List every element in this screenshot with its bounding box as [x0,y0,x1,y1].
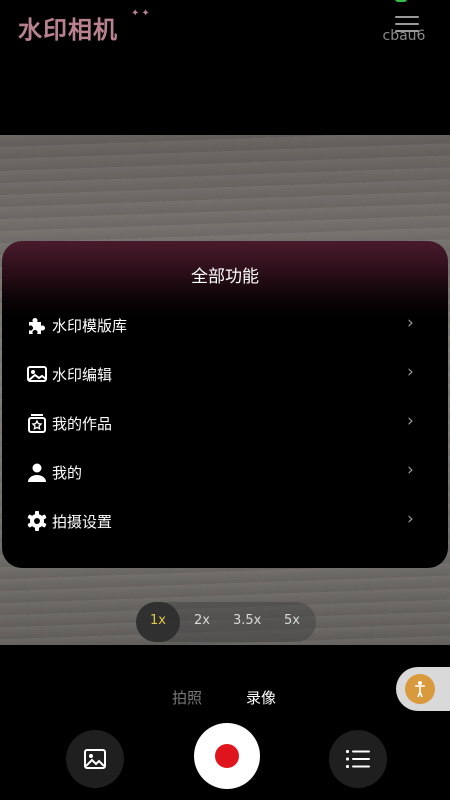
image-edit-icon [26,363,48,385]
logo-sparkle-icon: ✦✦ [131,8,152,19]
status-indicator [395,0,407,2]
accessibility-icon [405,674,435,704]
chevron-right-icon: › [407,313,414,333]
menu-item-label: 我的 [52,464,83,482]
user-icon [26,461,48,483]
menu-item-my-works[interactable]: 我的作品 › [2,401,448,445]
menu-item-label: 拍摄设置 [52,513,113,531]
floating-assist-button[interactable] [396,667,450,711]
bottom-controls: 拍照 录像 [0,645,450,800]
menu-item-shooting-settings[interactable]: 拍摄设置 › [2,499,448,543]
gallery-button[interactable] [66,730,124,788]
chevron-right-icon: › [407,509,414,529]
gallery-icon [83,748,107,770]
menu-caption: cbau6 [382,28,426,44]
zoom-option-5x[interactable]: 5x [284,613,300,628]
zoom-option-1x[interactable]: 1x [150,613,166,628]
list-icon [346,749,370,769]
zoom-option-2x[interactable]: 2x [194,613,210,628]
menu-item-label: 我的作品 [52,415,113,433]
mode-tab-photo[interactable]: 拍照 [172,687,202,708]
list-button[interactable] [329,730,387,788]
menu-item-mine[interactable]: 我的 › [2,450,448,494]
chevron-right-icon: › [407,411,414,431]
menu-item-watermark-library[interactable]: 水印模版库 › [2,303,448,347]
mode-tab-video[interactable]: 录像 [246,687,276,708]
top-bar: 水印相机 ✦✦ cbau6 [0,0,450,135]
record-dot-icon [215,744,239,768]
chevron-right-icon: › [407,460,414,480]
gear-icon [26,510,48,532]
works-box-icon [26,412,48,434]
chevron-right-icon: › [407,362,414,382]
camera-screen: 水印相机 ✦✦ cbau6 全部功能 水印模版库 › 水印编辑 › 我的作品 ›… [0,0,450,800]
puzzle-icon [26,314,48,336]
menu-item-label: 水印编辑 [52,366,113,384]
zoom-selector: 1x 2x 3.5x 5x [136,602,316,642]
record-shutter-button[interactable] [194,723,260,789]
zoom-option-3-5x[interactable]: 3.5x [233,613,261,628]
menu-item-label: 水印模版库 [52,317,128,335]
all-functions-panel: 全部功能 水印模版库 › 水印编辑 › 我的作品 › 我的 › 拍摄设置 › [2,241,448,568]
menu-item-watermark-library[interactable] [2,545,448,568]
menu-item-watermark-edit[interactable]: 水印编辑 › [2,352,448,396]
app-logo: 水印相机 [18,16,118,44]
panel-title: 全部功能 [191,267,259,287]
